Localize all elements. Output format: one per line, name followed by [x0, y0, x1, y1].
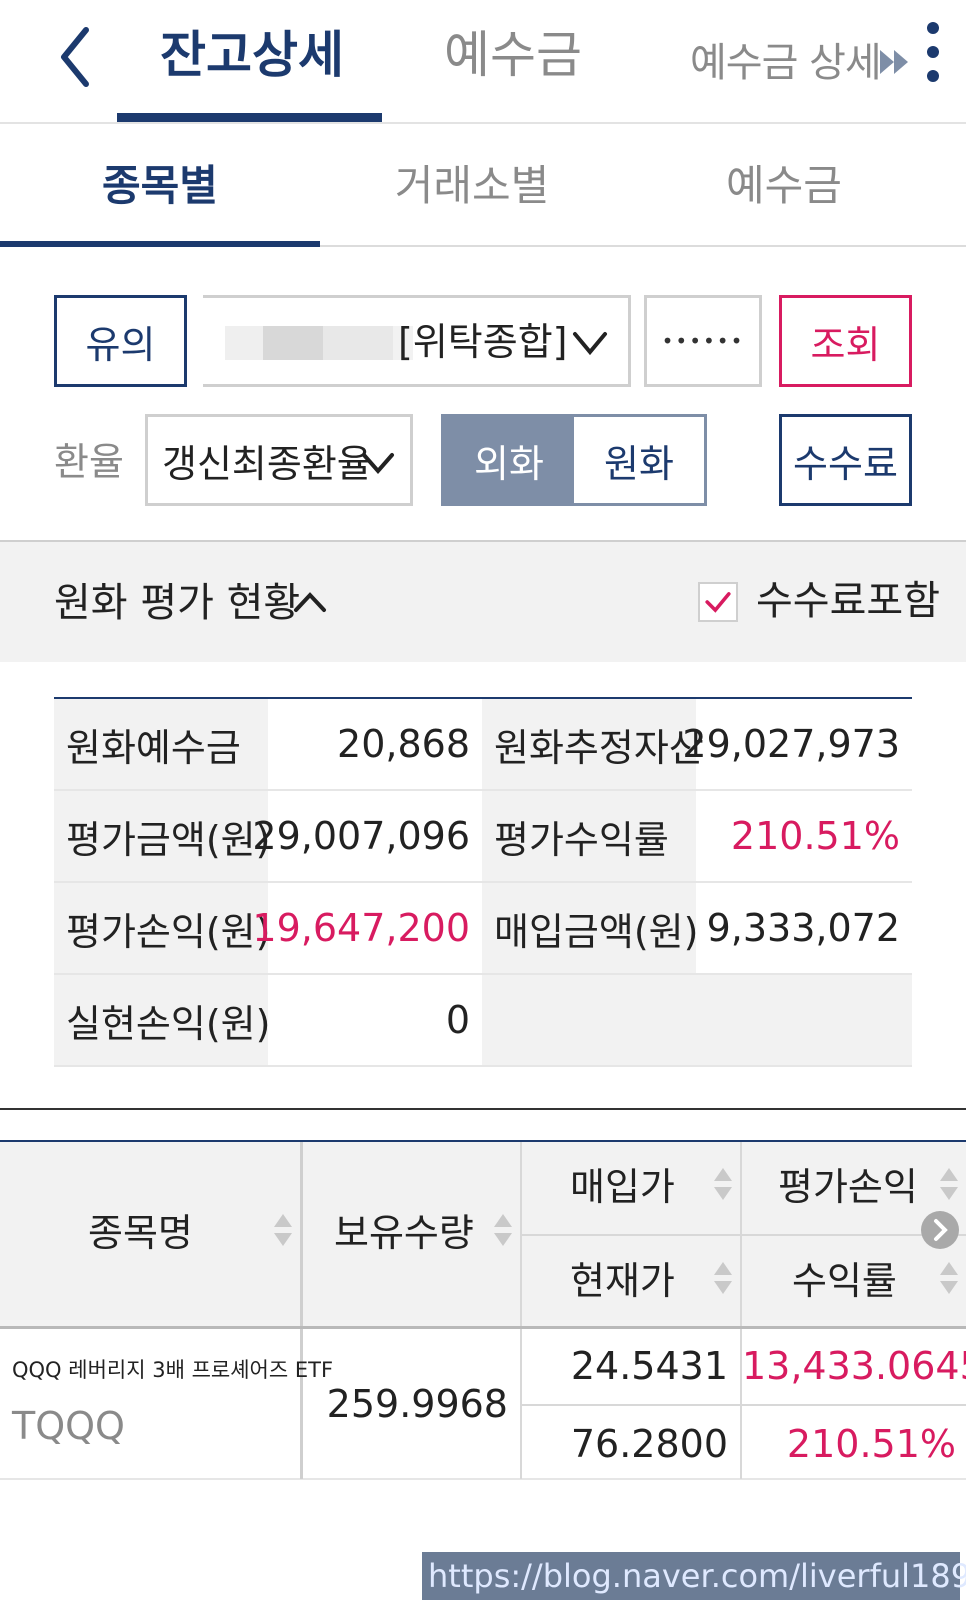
summary-value: 19,647,200 [252, 906, 470, 950]
header-buy-price[interactable]: 매입가 [570, 1162, 675, 1212]
sort-icon[interactable] [938, 1166, 960, 1202]
section-divider [0, 1108, 966, 1110]
summary-key: 원화예수금 [54, 699, 268, 789]
won-valuation-section: 원화 평가 현황 수수료포함 [0, 540, 966, 662]
current-price: 76.2800 [570, 1422, 728, 1466]
subtab-deposit[interactable]: 예수금 [624, 158, 944, 214]
chevron-down-icon [362, 453, 394, 475]
subtab-by-stock[interactable]: 종목별 [0, 158, 320, 214]
include-fee-checkbox[interactable] [698, 582, 738, 622]
toggle-won-currency[interactable]: 원화 [574, 417, 704, 503]
account-number-blur [263, 326, 323, 360]
profit-loss: 13,433.0645 [742, 1344, 966, 1388]
account-select[interactable]: [위탁종합] [203, 295, 631, 387]
stock-name: QQQ 레버리지 3배 프로셰어즈 ETF [12, 1358, 334, 1382]
summary-key: 평가금액(원) [54, 791, 270, 881]
holdings-header: 종목명 보유수량 매입가 현재가 평가손익 수익률 [0, 1140, 966, 1328]
include-fee-label: 수수료포함 [756, 578, 940, 624]
active-subtab-indicator [0, 241, 320, 247]
summary-value: 210.51% [730, 814, 900, 858]
holding-quantity: 259.9968 [326, 1382, 508, 1426]
scroll-right-icon[interactable] [920, 1210, 960, 1250]
summary-key: 원화추정자산 [482, 699, 704, 789]
column-divider [300, 1142, 303, 1328]
header-profit-loss[interactable]: 평가손익 [778, 1162, 918, 1212]
buy-price: 24.5431 [570, 1344, 728, 1388]
table-row[interactable]: QQQ 레버리지 3배 프로셰어즈 ETF TQQQ 259.9968 24.5… [0, 1326, 966, 1480]
summary-key: 평가수익률 [482, 791, 696, 881]
watermark-url: https://blog.naver.com/liverful1892 [422, 1552, 966, 1600]
chevron-down-icon [573, 332, 607, 356]
active-tab-indicator [117, 113, 382, 122]
sort-icon[interactable] [938, 1260, 960, 1296]
summary-value [696, 975, 912, 1065]
holdings-table: 종목명 보유수량 매입가 현재가 평가손익 수익률 QQQ 레버리지 3배 프로… [0, 1140, 966, 1480]
summary-value: 20,868 [337, 722, 470, 766]
fee-button[interactable]: 수수료 [779, 414, 912, 506]
summary-row: 원화예수금 20,868 원화추정자산 29,027,973 [54, 699, 912, 791]
header-quantity[interactable]: 보유수량 [334, 1208, 474, 1258]
summary-row: 평가손익(원) 19,647,200 매입금액(원) 9,333,072 [54, 883, 912, 975]
notice-button[interactable]: 유의 [54, 295, 187, 387]
summary-value: 29,027,973 [682, 722, 900, 766]
subtab-by-exchange[interactable]: 거래소별 [312, 158, 632, 214]
toggle-foreign-currency[interactable]: 외화 [444, 417, 574, 503]
section-title: 원화 평가 현황 [54, 580, 301, 626]
account-type-label: [위탁종합] [398, 320, 568, 364]
tab-deposit-detail[interactable]: 예수금 상세 [690, 32, 882, 94]
summary-value: 29,007,096 [252, 814, 470, 858]
summary-key: 매입금액(원) [482, 883, 698, 973]
tab-deposit[interactable]: 예수금 [444, 24, 582, 86]
stock-ticker: TQQQ [12, 1404, 125, 1448]
summary-key [482, 975, 696, 1065]
sort-icon[interactable] [712, 1166, 734, 1202]
exchange-rate-value: 갱신최종환율 [162, 441, 372, 486]
more-vertical-icon[interactable] [922, 20, 944, 84]
exchange-rate-label: 환율 [54, 440, 124, 484]
chevron-up-icon[interactable] [292, 590, 328, 614]
summary-row: 평가금액(원) 29,007,096 평가수익률 210.51% [54, 791, 912, 883]
password-field[interactable]: •••••• [644, 295, 762, 387]
header-return-rate[interactable]: 수익률 [792, 1256, 897, 1306]
summary-value: 9,333,072 [706, 906, 900, 950]
header-current-price[interactable]: 현재가 [570, 1256, 675, 1306]
checkmark-icon [705, 592, 731, 613]
query-button[interactable]: 조회 [779, 295, 912, 387]
account-number-blur [323, 326, 393, 360]
sort-icon[interactable] [712, 1260, 734, 1296]
currency-toggle[interactable]: 외화 원화 [441, 414, 707, 506]
double-chevron-right-icon[interactable] [878, 42, 918, 82]
tab-balance-detail[interactable]: 잔고상세 [160, 24, 344, 86]
return-rate: 210.51% [786, 1422, 956, 1466]
row-divider [522, 1234, 966, 1236]
summary-row: 실현손익(원) 0 [54, 975, 912, 1067]
back-arrow-icon[interactable] [52, 22, 102, 92]
summary-value: 0 [445, 998, 470, 1042]
row-divider [522, 1404, 966, 1406]
summary-key: 실현손익(원) [54, 975, 270, 1065]
summary-key: 평가손익(원) [54, 883, 270, 973]
sort-icon[interactable] [492, 1212, 514, 1248]
sort-icon[interactable] [272, 1212, 294, 1248]
header-stock-name[interactable]: 종목명 [88, 1208, 193, 1258]
exchange-rate-select[interactable]: 갱신최종환율 [145, 414, 413, 506]
header-divider [0, 122, 966, 124]
summary-table: 원화예수금 20,868 원화추정자산 29,027,973 평가금액(원) 2… [54, 697, 912, 1067]
